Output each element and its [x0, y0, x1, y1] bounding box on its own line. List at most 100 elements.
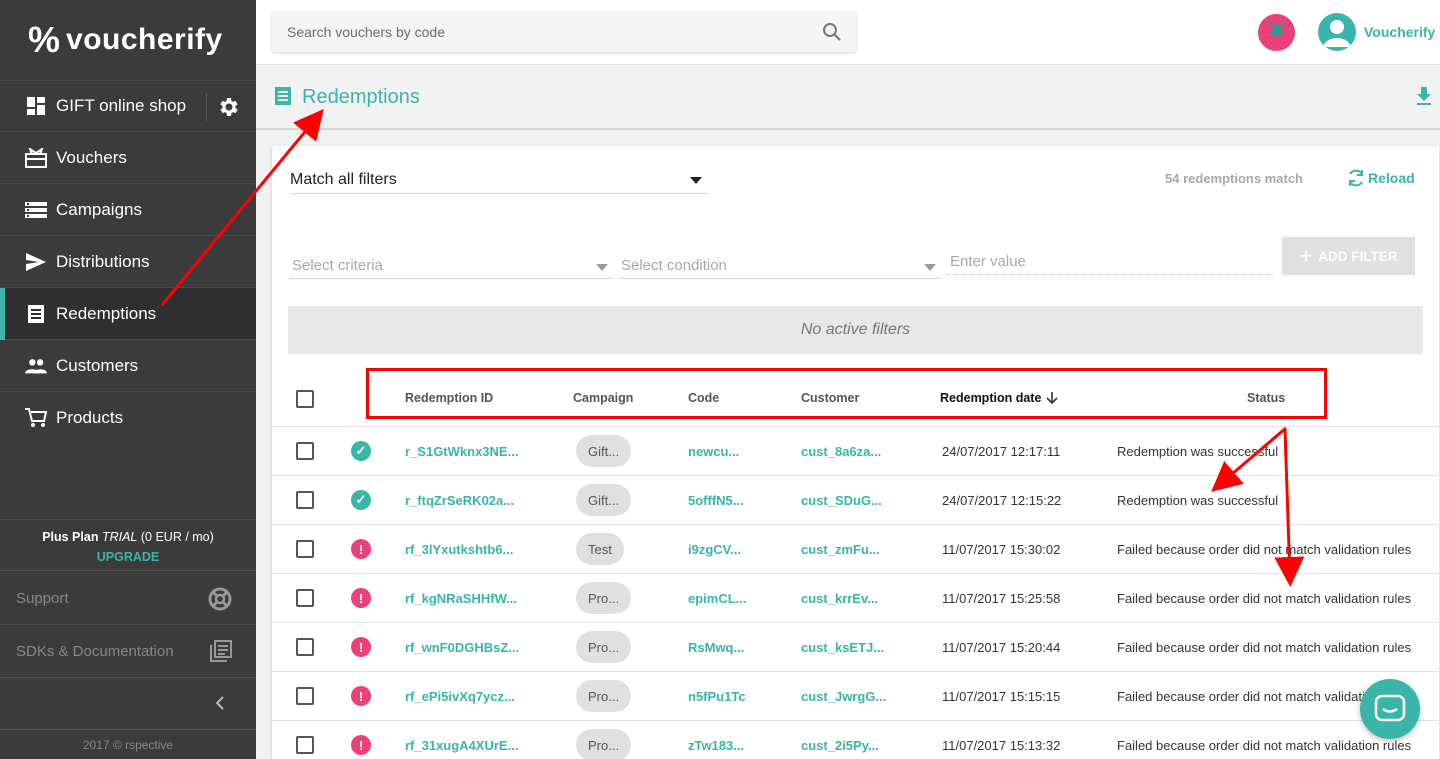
col-code[interactable]: Code	[688, 391, 719, 405]
table-row[interactable]: ! rf_ePi5ivXq7ycz... Pro... n5fPu1Tc cust_Jw…	[272, 672, 1439, 721]
match-filter-select[interactable]: Match all filters	[290, 171, 708, 194]
redemption-date: 11/07/2017 15:20:44	[942, 640, 1061, 655]
chat-button[interactable]	[1360, 679, 1420, 739]
row-checkbox[interactable]	[296, 638, 314, 656]
redemption-id[interactable]: rf_wnF0DGHBsZ...	[405, 640, 519, 655]
download-icon[interactable]	[1416, 86, 1432, 111]
error-icon: !	[351, 637, 371, 657]
col-redemption-id[interactable]: Redemption ID	[405, 391, 493, 405]
sidebar-item-products[interactable]: Products	[0, 392, 256, 444]
sidebar-item-vouchers[interactable]: Vouchers	[0, 132, 256, 184]
table-row[interactable]: ! rf_31xugA4XUrE... Pro... zTw183... cust_2i…	[272, 721, 1439, 759]
sidebar-item-distributions[interactable]: Distributions	[0, 236, 256, 288]
table-row[interactable]: ✓ r_ftqZrSeRK02a... Gift... 5offfN5... cust_…	[272, 476, 1439, 525]
support-link[interactable]: Support	[0, 572, 256, 625]
voucher-code[interactable]: RsMwq...	[688, 640, 744, 655]
voucherify-logo[interactable]: % voucherify	[0, 0, 256, 80]
sidebar-item-label: Redemptions	[56, 303, 157, 323]
gear-icon[interactable]	[216, 95, 240, 124]
campaign-chip[interactable]: Gift...	[576, 435, 632, 467]
row-checkbox[interactable]	[296, 442, 314, 460]
col-redemption-date[interactable]: Redemption date	[940, 391, 1058, 408]
sidebar: % voucherify GIFT online shop Vouchers C…	[0, 0, 256, 759]
col-status[interactable]: Status	[1247, 391, 1285, 405]
customer-id[interactable]: cust_SDuG...	[801, 493, 882, 508]
send-icon	[25, 251, 47, 273]
error-icon: !	[351, 588, 371, 608]
row-checkbox[interactable]	[296, 589, 314, 607]
campaign-chip[interactable]: Pro...	[576, 680, 632, 712]
redemption-date: 11/07/2017 15:25:58	[942, 591, 1061, 606]
voucher-code[interactable]: epimCL...	[688, 591, 747, 606]
table-row[interactable]: ! rf_3lYxutkshtb6... Test i9zgCV... cust_zmF…	[272, 525, 1439, 574]
library-books-icon	[210, 640, 232, 666]
receipt-icon	[25, 303, 47, 325]
copyright: 2017 © rspective	[82, 738, 174, 752]
campaign-chip[interactable]: Gift...	[576, 484, 632, 516]
redemption-id[interactable]: r_ftqZrSeRK02a...	[405, 493, 514, 508]
reload-button[interactable]: Reload	[1346, 168, 1415, 188]
row-checkbox[interactable]	[296, 540, 314, 558]
caret-down-icon	[924, 264, 936, 271]
voucher-code[interactable]: i9zgCV...	[688, 542, 741, 557]
sidebar-item-redemptions[interactable]: Redemptions	[0, 288, 256, 340]
campaign-chip[interactable]: Pro...	[576, 582, 632, 614]
search-input[interactable]: Search vouchers by code	[272, 11, 856, 52]
sidebar-item-campaigns[interactable]: Campaigns	[0, 184, 256, 236]
customer-id[interactable]: cust_8a6za...	[801, 444, 881, 459]
filter-value-input[interactable]: Enter value	[947, 249, 1273, 275]
voucher-code[interactable]: zTw183...	[688, 738, 744, 753]
search-icon[interactable]	[822, 22, 842, 45]
error-icon: !	[351, 735, 371, 755]
redemption-id[interactable]: rf_ePi5ivXq7ycz...	[405, 689, 515, 704]
notifications-button[interactable]	[1258, 14, 1295, 51]
project-selector[interactable]: GIFT online shop	[0, 80, 256, 132]
customer-id[interactable]: cust_krrEv...	[801, 591, 878, 606]
cart-icon	[25, 407, 47, 429]
table-row[interactable]: ✓ r_S1GtWknx3NE... Gift... newcu... cust_8a6…	[272, 427, 1439, 476]
table-row[interactable]: ! rf_wnF0DGHBsZ... Pro... RsMwq... cust_ksET…	[272, 623, 1439, 672]
col-customer[interactable]: Customer	[801, 391, 859, 405]
col-date-label: Redemption date	[940, 391, 1042, 405]
divider	[206, 93, 207, 121]
row-checkbox[interactable]	[296, 736, 314, 754]
sidebar-item-label: Customers	[56, 355, 139, 375]
col-campaign[interactable]: Campaign	[573, 391, 633, 405]
select-all-checkbox[interactable]	[296, 390, 314, 408]
upgrade-link[interactable]: UPGRADE	[0, 550, 256, 564]
customer-id[interactable]: cust_2i5Py...	[801, 738, 879, 753]
receipt-icon	[274, 86, 292, 111]
condition-placeholder: Select condition	[621, 257, 727, 274]
redemption-id[interactable]: rf_31xugA4XUrE...	[405, 738, 518, 753]
customer-id[interactable]: cust_ksETJ...	[801, 640, 884, 655]
collapse-sidebar-button[interactable]	[0, 678, 256, 730]
redemption-status: Redemption was successful	[1117, 444, 1279, 459]
criteria-select[interactable]: Select criteria	[289, 253, 614, 279]
redemption-id[interactable]: r_S1GtWknx3NE...	[405, 444, 518, 459]
add-filter-button[interactable]: + ADD FILTER	[1282, 237, 1415, 275]
customer-id[interactable]: cust_JwrgG...	[801, 689, 886, 704]
no-active-filters: No active filters	[288, 306, 1423, 354]
redemption-id[interactable]: rf_kgNRaSHHfW...	[405, 591, 517, 606]
condition-select[interactable]: Select condition	[618, 253, 942, 279]
redemption-status: Redemption was successful	[1117, 493, 1279, 508]
sidebar-item-label: Vouchers	[56, 147, 127, 167]
voucher-code[interactable]: 5offfN5...	[688, 493, 744, 508]
row-checkbox[interactable]	[296, 687, 314, 705]
user-menu[interactable]: Voucherify	[1318, 13, 1435, 51]
search-placeholder: Search vouchers by code	[287, 23, 445, 40]
campaign-chip[interactable]: Pro...	[576, 631, 632, 663]
people-icon	[25, 355, 47, 377]
redemption-id[interactable]: rf_3lYxutkshtb6...	[405, 542, 513, 557]
customer-id[interactable]: cust_zmFu...	[801, 542, 880, 557]
table-row[interactable]: ! rf_kgNRaSHHfW... Pro... epimCL... cust_krr…	[272, 574, 1439, 623]
voucher-code[interactable]: n5fPu1Tc	[688, 689, 746, 704]
campaign-chip[interactable]: Pro...	[576, 729, 632, 759]
sdks-docs-link[interactable]: SDKs & Documentation	[0, 625, 256, 678]
criteria-placeholder: Select criteria	[292, 257, 383, 274]
sidebar-item-customers[interactable]: Customers	[0, 340, 256, 392]
campaign-chip[interactable]: Test	[576, 533, 624, 565]
voucher-code[interactable]: newcu...	[688, 444, 739, 459]
reload-label: Reload	[1368, 170, 1415, 186]
row-checkbox[interactable]	[296, 491, 314, 509]
